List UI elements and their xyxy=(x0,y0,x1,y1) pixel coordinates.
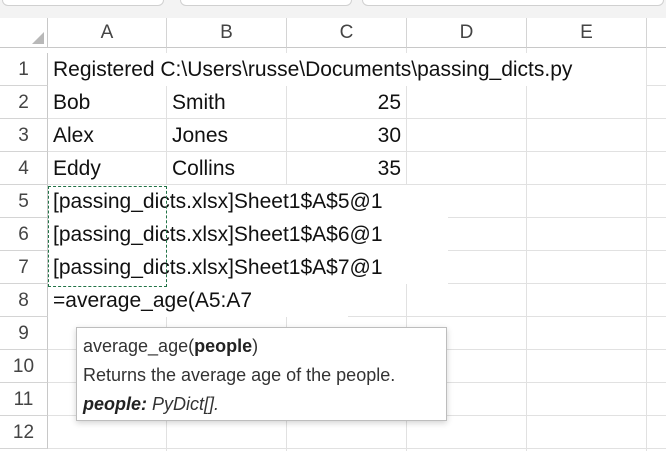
function-tooltip: average_age(people) Returns the average … xyxy=(76,327,447,421)
select-all-triangle-icon xyxy=(32,32,44,44)
tooltip-current-param: people xyxy=(194,336,253,356)
cell-a3[interactable]: Alex xyxy=(48,119,166,152)
cell-b3[interactable]: Jones xyxy=(167,119,286,152)
cell-a5[interactable]: [passing_dicts.xlsx]Sheet1$A$5@1 xyxy=(48,185,448,218)
cell-a6[interactable]: [passing_dicts.xlsx]Sheet1$A$6@1 xyxy=(48,218,448,251)
column-header-e[interactable]: E xyxy=(527,18,647,48)
cell-a2[interactable]: Bob xyxy=(48,86,166,119)
row-header-11[interactable]: 11 xyxy=(0,383,48,416)
cell-b2[interactable]: Smith xyxy=(167,86,286,119)
toolbar-tab-left[interactable] xyxy=(2,0,164,6)
tooltip-signature: average_age(people) xyxy=(83,332,440,361)
cell-c4[interactable]: 35 xyxy=(287,152,406,185)
cell-a4[interactable]: Eddy xyxy=(48,152,166,185)
tooltip-param-help: people: PyDict[]. xyxy=(83,390,440,419)
tooltip-param-label: people: xyxy=(83,394,148,414)
cell-c2[interactable]: 25 xyxy=(287,86,406,119)
toolbar-strip xyxy=(0,0,666,18)
tooltip-function-name[interactable]: average_age( xyxy=(83,336,194,356)
select-all-corner[interactable] xyxy=(0,18,48,48)
cell-a1[interactable]: Registered C:\Users\russe\Documents\pass… xyxy=(48,53,646,86)
column-header-f-partial[interactable] xyxy=(647,18,666,48)
row-header-5[interactable]: 5 xyxy=(0,185,48,218)
row-header-12[interactable]: 12 xyxy=(0,416,48,449)
cell-b4[interactable]: Collins xyxy=(167,152,286,185)
cell-c3[interactable]: 30 xyxy=(287,119,406,152)
row-header-3[interactable]: 3 xyxy=(0,119,48,152)
cell-a7[interactable]: [passing_dicts.xlsx]Sheet1$A$7@1 xyxy=(48,251,448,284)
toolbar-tab-middle[interactable] xyxy=(180,0,352,6)
row-header-10[interactable]: 10 xyxy=(0,350,48,383)
tooltip-description: Returns the average age of the people. xyxy=(83,365,396,385)
column-header-b[interactable]: B xyxy=(167,18,287,48)
formula-edit-cell-a8[interactable]: =average_age(A5:A7 xyxy=(48,284,348,317)
column-header-d[interactable]: D xyxy=(407,18,527,48)
spreadsheet-grid[interactable]: A B C D E 1 2 3 4 5 6 7 8 9 10 11 12 Reg… xyxy=(0,0,666,451)
tooltip-close-paren: ) xyxy=(252,336,259,356)
row-header-7[interactable]: 7 xyxy=(0,251,48,284)
row-header-8[interactable]: 8 xyxy=(0,284,48,317)
column-header-c[interactable]: C xyxy=(287,18,407,48)
row-header-9[interactable]: 9 xyxy=(0,317,48,350)
toolbar-tab-right[interactable] xyxy=(362,0,664,6)
tooltip-param-type: PyDict[]. xyxy=(147,394,220,414)
row-header-6[interactable]: 6 xyxy=(0,218,48,251)
row-header-4[interactable]: 4 xyxy=(0,152,48,185)
column-header-a[interactable]: A xyxy=(48,18,167,48)
grid-line xyxy=(48,448,666,449)
row-header-2[interactable]: 2 xyxy=(0,86,48,119)
row-header-1[interactable]: 1 xyxy=(0,53,48,86)
